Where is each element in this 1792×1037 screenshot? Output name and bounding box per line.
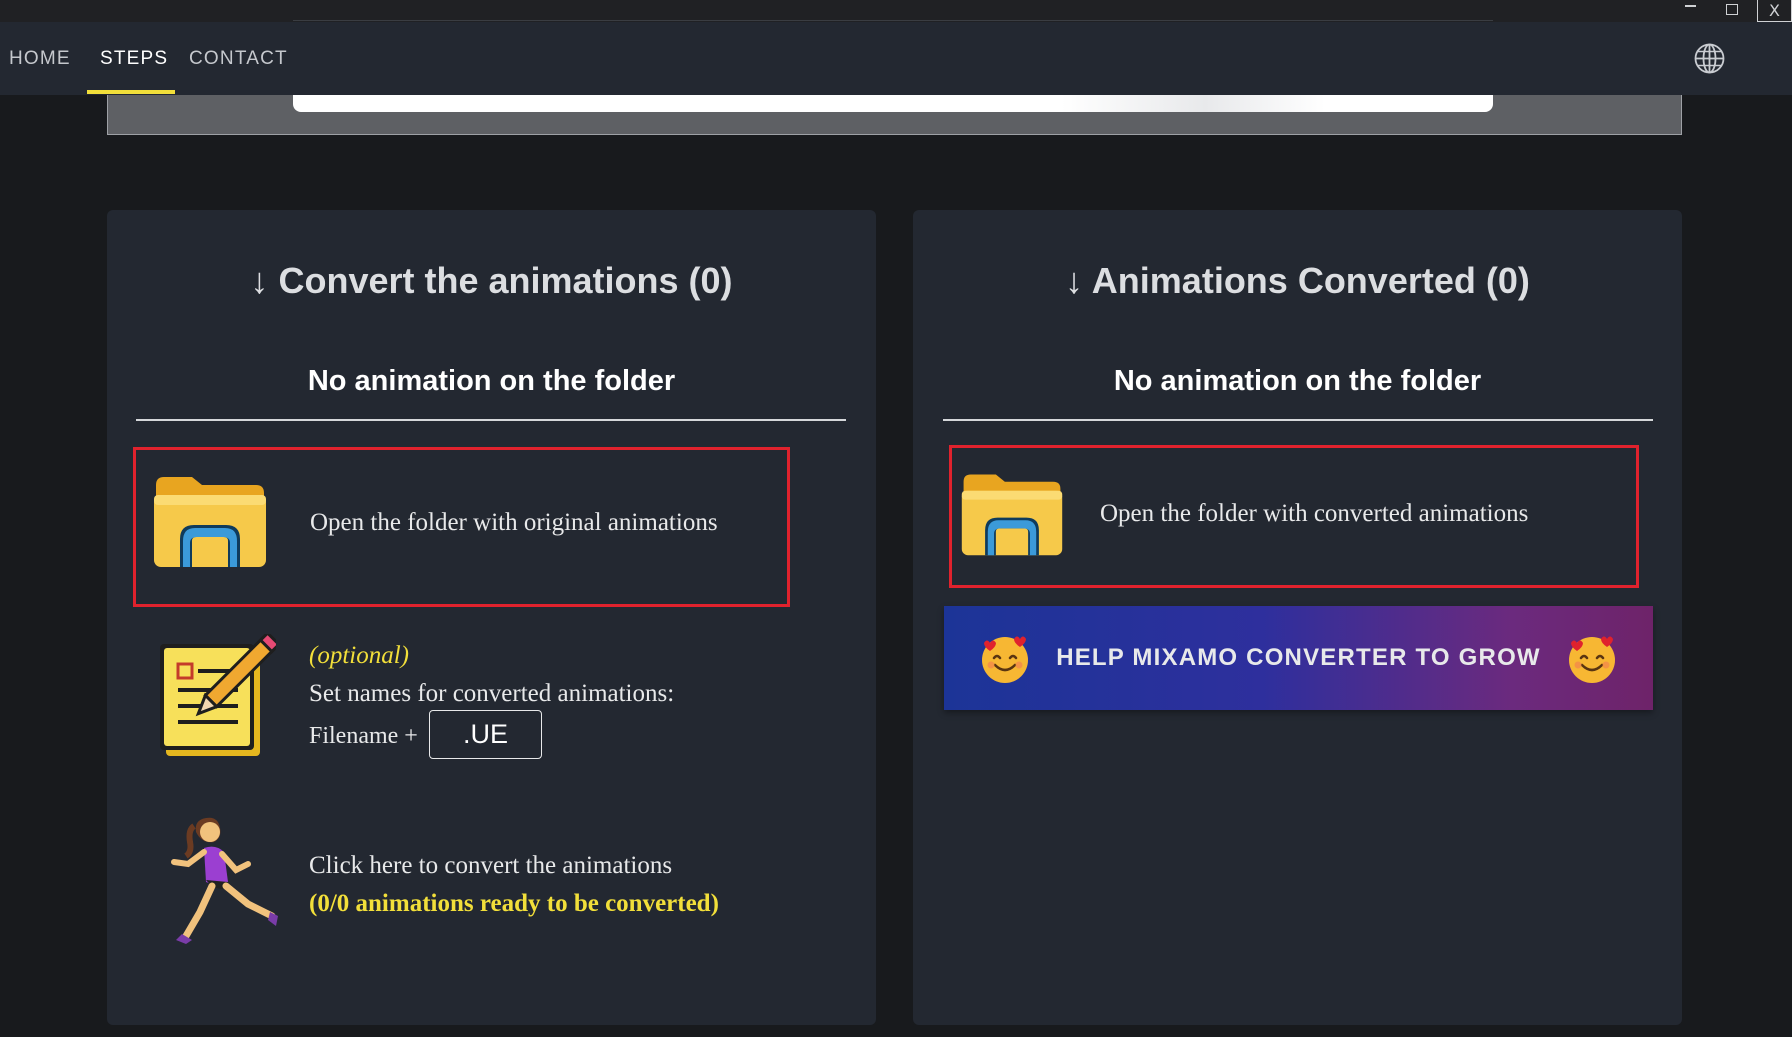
running-woman-icon[interactable] — [166, 812, 290, 952]
open-original-folder-button[interactable]: Open the folder with original animations — [133, 447, 790, 607]
active-tab-indicator — [87, 90, 175, 94]
open-converted-folder-button[interactable]: Open the folder with converted animation… — [949, 445, 1639, 588]
smiling-face-with-hearts-icon — [982, 636, 1029, 683]
nav-contact[interactable]: CONTACT — [189, 22, 288, 95]
titlebar-divider — [293, 20, 1493, 21]
open-original-folder-label: Open the folder with original animations — [310, 509, 718, 536]
close-icon: X — [1769, 1, 1780, 20]
filename-label: Filename + — [309, 723, 418, 749]
minimize-button[interactable] — [1670, 0, 1710, 22]
help-grow-button[interactable]: HELP MIXAMO CONVERTER TO GROW — [944, 606, 1653, 710]
optional-label: (optional) — [309, 642, 409, 669]
panel-divider — [943, 419, 1653, 421]
convert-button-label[interactable]: Click here to convert the animations — [309, 852, 672, 880]
top-banner — [107, 95, 1682, 135]
convert-panel-status: No animation on the folder — [307, 365, 676, 397]
globe-icon[interactable] — [1693, 42, 1726, 75]
convert-panel-title: ↓ Convert the animations (0) — [250, 260, 733, 301]
open-converted-folder-label: Open the folder with converted animation… — [1100, 500, 1529, 527]
maximize-button[interactable] — [1712, 0, 1752, 22]
nav-steps[interactable]: STEPS — [100, 22, 168, 95]
converted-panel: ↓ Animations Converted (0) No animation … — [913, 210, 1682, 1025]
folder-icon — [154, 477, 266, 567]
converted-panel-status: No animation on the folder — [1113, 365, 1482, 397]
help-grow-label: HELP MIXAMO CONVERTER TO GROW — [1056, 644, 1541, 671]
window-titlebar: X — [0, 0, 1792, 22]
top-navbar: HOME STEPS CONTACT — [0, 22, 1792, 95]
maximize-icon — [1726, 3, 1738, 15]
converted-panel-title: ↓ Animations Converted (0) — [1065, 260, 1530, 301]
convert-status: (0/0 animations ready to be converted) — [309, 890, 719, 917]
banner-progress-strip — [293, 95, 1493, 112]
panel-divider — [136, 419, 846, 421]
convert-panel: ↓ Convert the animations (0) No animatio… — [107, 210, 876, 1025]
rename-description: Set names for converted animations: — [309, 680, 675, 707]
close-button[interactable]: X — [1757, 0, 1792, 22]
nav-home[interactable]: HOME — [9, 22, 71, 95]
minimize-icon — [1684, 5, 1696, 7]
folder-icon — [961, 474, 1063, 556]
filename-suffix-input[interactable] — [429, 710, 542, 759]
smiling-face-with-hearts-icon — [1568, 636, 1615, 683]
notepad-pencil-icon — [160, 634, 276, 756]
